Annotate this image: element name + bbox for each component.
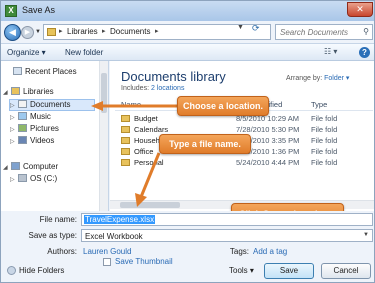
search-icon[interactable]: ⚲ [363,27,369,36]
view-options-icon[interactable]: ☷ ▾ [324,47,337,56]
address-dropdown-icon[interactable]: ▼ [237,24,244,31]
hide-folders-toggle[interactable]: Hide Folders [7,266,64,275]
tags-value[interactable]: Add a tag [253,247,287,256]
folder-icon [121,148,130,155]
recent-pages-dropdown[interactable]: ▼ [35,29,41,35]
nav-item-pictures[interactable]: ▷ Pictures [10,124,59,136]
expanded-icon: ◢ [3,90,8,96]
chevron-down-icon: ▼ [363,232,369,238]
nav-item-documents[interactable]: ▷ Documents [9,99,95,111]
tags-label: Tags: [229,247,249,256]
file-name-label: File name: [39,215,77,224]
computer-icon [11,162,20,170]
save-thumbnail-checkbox[interactable] [103,258,111,266]
forward-button[interactable]: ▶ [21,26,34,39]
breadcrumb-libraries[interactable]: Libraries [67,27,98,36]
nav-item-libraries[interactable]: ◢ Libraries [3,87,54,99]
expanded-icon: ◢ [3,165,8,171]
documents-icon [18,100,27,108]
folder-icon [121,159,130,166]
search-box[interactable]: ⚲ [275,24,373,40]
callout-type-file-name: Type a file name. [159,134,251,154]
folder-icon [121,137,130,144]
save-thumbnail-label: Save Thumbnail [115,257,173,266]
nav-scrollbar[interactable] [99,61,108,211]
collapsed-icon: ▷ [10,115,15,121]
save-as-type-value: Excel Workbook [85,232,143,241]
videos-icon [18,136,27,144]
recent-places-icon [13,67,22,75]
address-row: ◀ ▶ ▼ ▸ Libraries ▸ Documents ▸ ▼ ⟳ ⚲ [1,21,374,43]
collapsed-icon: ▷ [10,127,15,133]
nav-item-music[interactable]: ▷ Music [10,112,51,124]
tools-menu[interactable]: Tools ▾ [229,266,254,275]
breadcrumb-separator-icon: ▸ [59,28,63,35]
locations-link[interactable]: 2 locations [151,85,184,92]
libraries-icon [11,87,20,95]
collapsed-icon: ▷ [10,139,15,145]
navigation-pane: Recent Places ◢ Libraries ▷ Documents ▷ Mus… [1,61,109,211]
nav-item-videos[interactable]: ▷ Videos [10,136,54,148]
library-title: Documents library [121,69,226,84]
nav-item-os-c[interactable]: ▷ OS (C:) [10,174,57,186]
title-bar: X Save As ✕ [1,1,374,21]
folder-icon [121,126,130,133]
collapsed-icon: ▷ [10,177,15,183]
drive-icon [18,174,27,182]
callout-arrow-filename [135,152,161,207]
save-button[interactable]: Save [264,263,314,279]
close-button[interactable]: ✕ [347,2,373,17]
arrange-by-dropdown[interactable]: Folder ▾ [324,75,349,82]
music-icon [18,112,27,120]
new-folder-button[interactable]: New folder [65,48,103,57]
save-as-dialog: X Save As ✕ ◀ ▶ ▼ ▸ Libraries ▸ Document… [0,0,375,283]
refresh-icon[interactable]: ⟳ [252,23,260,34]
command-toolbar: Organize ▾ New folder ☷ ▾ ? [1,43,374,61]
breadcrumb-separator-icon: ▸ [102,28,106,35]
file-name-value: TravelExpense.xlsx [84,215,156,224]
window-title: Save As [22,5,56,15]
file-name-input[interactable]: TravelExpense.xlsx [81,213,373,226]
nav-item-recent-places[interactable]: Recent Places [13,67,77,79]
callout-choose-location: Choose a location. [177,96,269,116]
authors-value[interactable]: Lauren Gould [83,247,131,256]
pictures-icon [18,124,27,132]
organize-menu[interactable]: Organize ▾ [7,48,46,57]
library-includes: Includes: 2 locations [121,85,185,92]
collapse-icon [7,266,16,275]
back-button[interactable]: ◀ [4,24,21,41]
breadcrumb-documents[interactable]: Documents [110,27,150,36]
cancel-button[interactable]: Cancel [321,263,371,279]
arrange-by: Arrange by: Folder ▾ [286,75,350,82]
callout-arrow-location [91,101,177,111]
save-as-type-select[interactable]: Excel Workbook ▼ [81,229,373,242]
excel-app-icon: X [5,5,17,17]
breadcrumb-separator-icon: ▸ [155,28,159,35]
collapsed-icon: ▷ [10,103,15,109]
save-form: File name: TravelExpense.xlsx Save as ty… [1,211,374,282]
nav-item-computer[interactable]: ◢ Computer [3,162,58,174]
authors-label: Authors: [47,247,77,256]
search-input[interactable] [280,27,360,38]
library-icon [47,28,56,36]
help-icon[interactable]: ? [359,47,370,58]
column-header-type[interactable]: Type [311,100,327,109]
save-as-type-label: Save as type: [28,231,77,240]
